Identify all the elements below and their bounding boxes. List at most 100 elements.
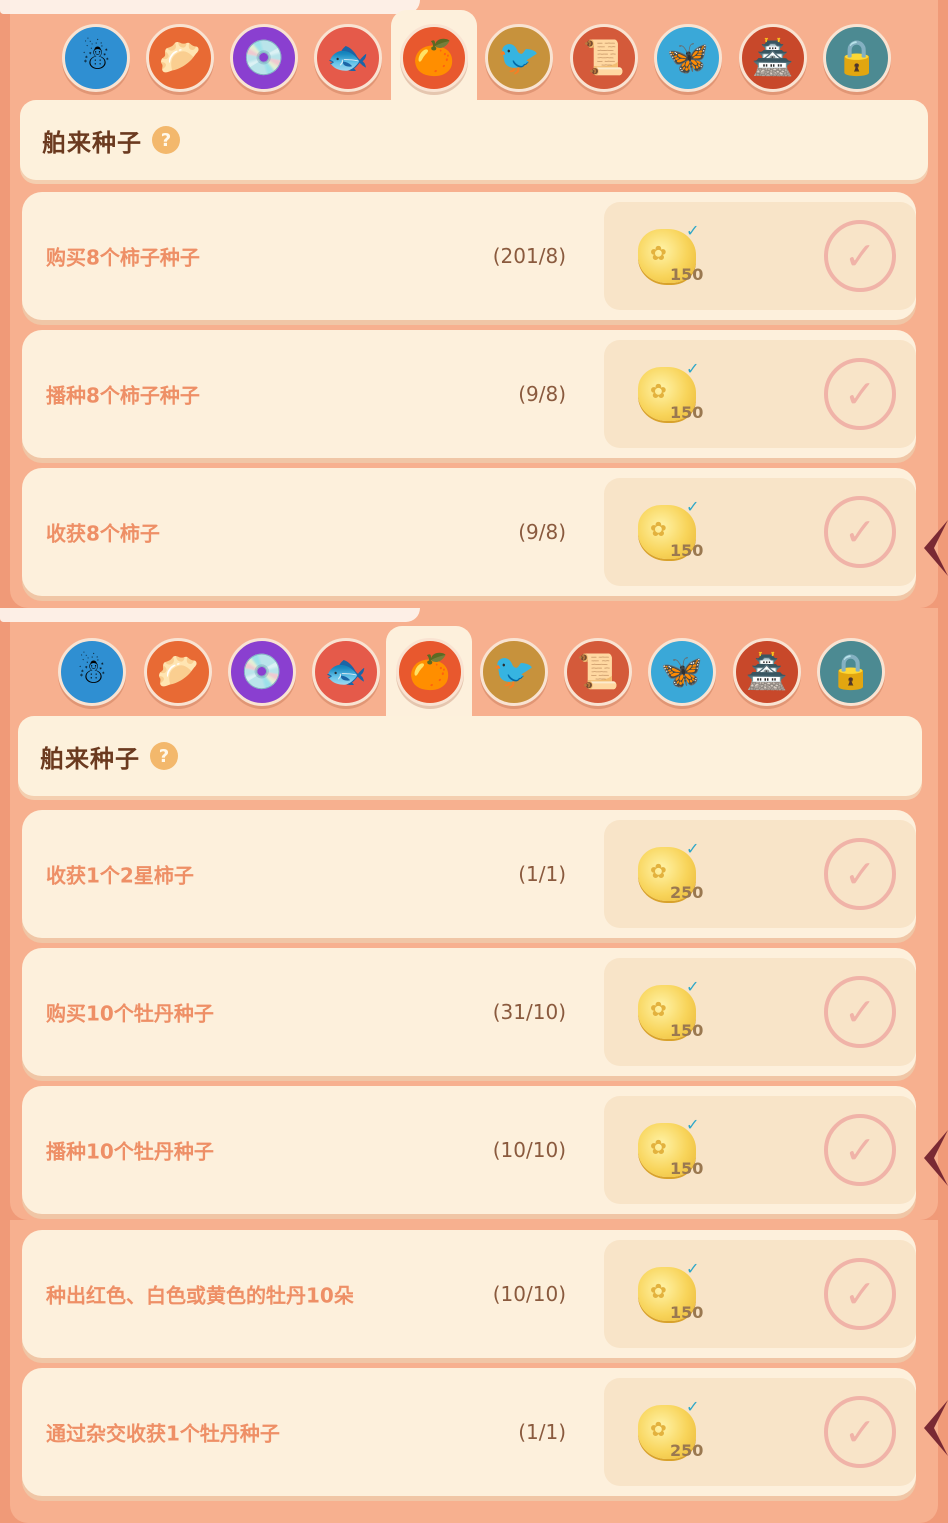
- reward-box: ✿ 150 ✓ ✓: [604, 202, 916, 310]
- coin-glyph: ✿: [650, 379, 667, 403]
- task-row: 购买8个柿子种子 (201/8) ✿ 150 ✓ ✓: [22, 192, 916, 320]
- reward-amount: 150: [670, 1021, 704, 1040]
- fish-icon[interactable]: 🐟: [312, 638, 380, 706]
- flower-coin-icon: ✿ 150 ✓: [638, 359, 703, 422]
- task-progress: (201/8): [492, 244, 566, 268]
- coin-glyph: ✿: [650, 241, 667, 265]
- task-progress: (10/10): [492, 1282, 566, 1306]
- task-label: 收获1个2星柿子: [46, 863, 194, 888]
- bird-icon[interactable]: 🐦: [480, 638, 548, 706]
- music-disc-icon[interactable]: 💿: [230, 24, 298, 92]
- task-row: 收获1个2星柿子 (1/1) ✿ 250 ✓ ✓: [22, 810, 916, 938]
- task-label: 通过杂交收获1个牡丹种子: [46, 1421, 280, 1446]
- snowman-icon[interactable]: ☃: [58, 638, 126, 706]
- claimed-tick-icon: ✓: [686, 1115, 700, 1134]
- lock-icon[interactable]: 🔒: [817, 638, 885, 706]
- section-header: 舶来种子 ?: [20, 100, 928, 180]
- reward-box: ✿ 150 ✓ ✓: [604, 478, 916, 586]
- coin-glyph: ✿: [650, 997, 667, 1021]
- claimed-tick-icon: ✓: [686, 977, 700, 996]
- fish-icon[interactable]: 🐟: [314, 24, 382, 92]
- flower-coin-icon: ✿ 250 ✓: [638, 1397, 703, 1460]
- reward-amount: 250: [670, 883, 704, 902]
- task-progress: (1/1): [518, 1420, 566, 1444]
- scroll-book-icon[interactable]: 📜: [564, 638, 632, 706]
- reward-box: ✿ 250 ✓ ✓: [604, 820, 916, 928]
- task-label: 播种10个牡丹种子: [46, 1139, 214, 1164]
- section-title: 舶来种子: [42, 128, 142, 157]
- task-progress: (31/10): [492, 1000, 566, 1024]
- reward-amount: 250: [670, 1441, 704, 1460]
- complete-check-button[interactable]: ✓: [824, 1258, 896, 1330]
- task-row: 收获8个柿子 (9/8) ✿ 150 ✓ ✓: [22, 468, 916, 596]
- reward-box: ✿ 150 ✓ ✓: [604, 1240, 916, 1348]
- task-label: 购买10个牡丹种子: [46, 1001, 214, 1026]
- coin-glyph: ✿: [650, 517, 667, 541]
- task-row: 通过杂交收获1个牡丹种子 (1/1) ✿ 250 ✓ ✓: [22, 1368, 916, 1496]
- category-tab-bar: ☃ 🥟 💿 🐟 🍊 🐦 📜 🦋 🏯 🔒: [0, 10, 948, 110]
- task-label: 收获8个柿子: [46, 521, 160, 546]
- claimed-tick-icon: ✓: [686, 1259, 700, 1278]
- mascot-fin-icon: [914, 520, 948, 576]
- claimed-tick-icon: ✓: [686, 839, 700, 858]
- help-icon[interactable]: ?: [152, 126, 180, 154]
- mascot-fin-icon: [914, 1130, 948, 1186]
- reward-amount: 150: [670, 403, 704, 422]
- task-progress: (9/8): [518, 382, 566, 406]
- dumplings-icon[interactable]: 🥟: [146, 24, 214, 92]
- flower-coin-icon: ✿ 150 ✓: [638, 221, 703, 284]
- task-row: 播种8个柿子种子 (9/8) ✿ 150 ✓ ✓: [22, 330, 916, 458]
- persimmon-icon[interactable]: 🍊: [396, 638, 464, 706]
- coin-glyph: ✿: [650, 1417, 667, 1441]
- reward-amount: 150: [670, 541, 704, 560]
- flower-coin-icon: ✿ 150 ✓: [638, 1259, 703, 1322]
- reward-amount: 150: [670, 1159, 704, 1178]
- section-header: 舶来种子 ?: [18, 716, 922, 796]
- task-row: 购买10个牡丹种子 (31/10) ✿ 150 ✓ ✓: [22, 948, 916, 1076]
- butterfly-icon[interactable]: 🦋: [648, 638, 716, 706]
- complete-check-button[interactable]: ✓: [824, 496, 896, 568]
- music-disc-icon[interactable]: 💿: [228, 638, 296, 706]
- category-tab-bar: ☃ 🥟 💿 🐟 🍊 🐦 📜 🦋 🏯 🔒: [0, 626, 948, 726]
- claimed-tick-icon: ✓: [686, 221, 700, 240]
- section-title: 舶来种子: [40, 744, 140, 773]
- complete-check-button[interactable]: ✓: [824, 976, 896, 1048]
- complete-check-button[interactable]: ✓: [824, 1114, 896, 1186]
- persimmon-icon[interactable]: 🍊: [400, 24, 468, 92]
- lock-icon[interactable]: 🔒: [823, 24, 891, 92]
- coin-glyph: ✿: [650, 1135, 667, 1159]
- complete-check-button[interactable]: ✓: [824, 358, 896, 430]
- reward-amount: 150: [670, 265, 704, 284]
- reward-box: ✿ 150 ✓ ✓: [604, 340, 916, 448]
- snowman-icon[interactable]: ☃: [62, 24, 130, 92]
- task-label: 购买8个柿子种子: [46, 245, 200, 270]
- dumplings-icon[interactable]: 🥟: [144, 638, 212, 706]
- flower-coin-icon: ✿ 150 ✓: [638, 977, 703, 1040]
- reward-box: ✿ 250 ✓ ✓: [604, 1378, 916, 1486]
- claimed-tick-icon: ✓: [686, 359, 700, 378]
- complete-check-button[interactable]: ✓: [824, 1396, 896, 1468]
- coin-glyph: ✿: [650, 859, 667, 883]
- task-row: 播种10个牡丹种子 (10/10) ✿ 150 ✓ ✓: [22, 1086, 916, 1214]
- task-progress: (9/8): [518, 520, 566, 544]
- task-label: 播种8个柿子种子: [46, 383, 200, 408]
- task-row: 种出红色、白色或黄色的牡丹10朵 (10/10) ✿ 150 ✓ ✓: [22, 1230, 916, 1358]
- task-progress: (10/10): [492, 1138, 566, 1162]
- butterfly-icon[interactable]: 🦋: [654, 24, 722, 92]
- reward-amount: 150: [670, 1303, 704, 1322]
- scroll-book-icon[interactable]: 📜: [570, 24, 638, 92]
- claimed-tick-icon: ✓: [686, 1397, 700, 1416]
- mascot-fin-icon: [914, 1400, 948, 1456]
- complete-check-button[interactable]: ✓: [824, 220, 896, 292]
- snow-decoration: [0, 608, 420, 622]
- flower-coin-icon: ✿ 250 ✓: [638, 839, 703, 902]
- reward-box: ✿ 150 ✓ ✓: [604, 958, 916, 1066]
- pagoda-icon[interactable]: 🏯: [739, 24, 807, 92]
- complete-check-button[interactable]: ✓: [824, 838, 896, 910]
- pagoda-icon[interactable]: 🏯: [733, 638, 801, 706]
- help-icon[interactable]: ?: [150, 742, 178, 770]
- coin-glyph: ✿: [650, 1279, 667, 1303]
- reward-box: ✿ 150 ✓ ✓: [604, 1096, 916, 1204]
- task-label: 种出红色、白色或黄色的牡丹10朵: [46, 1283, 354, 1308]
- bird-icon[interactable]: 🐦: [485, 24, 553, 92]
